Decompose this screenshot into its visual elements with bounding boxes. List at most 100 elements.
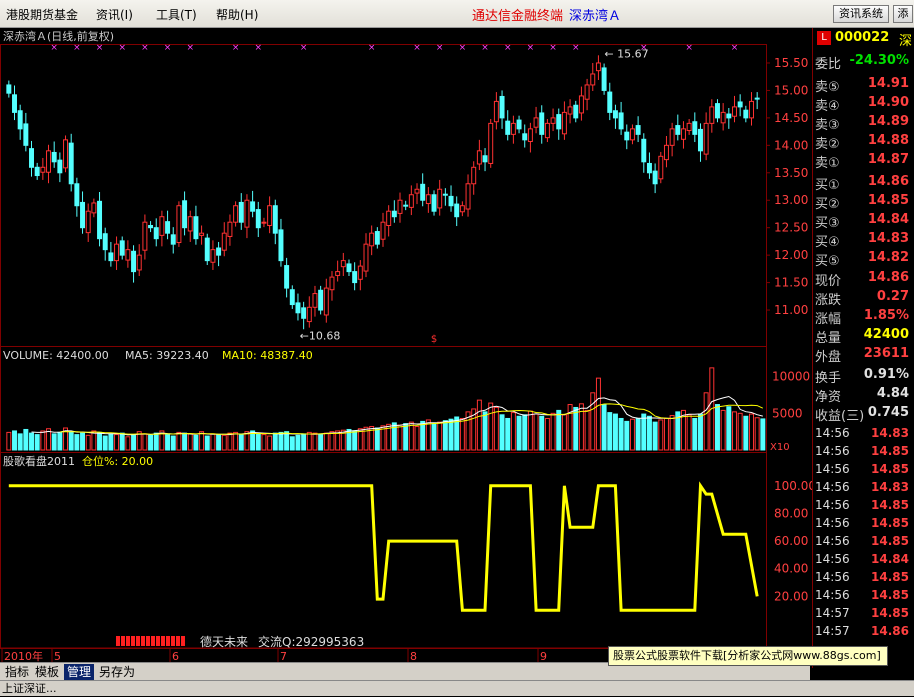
tab-indicator[interactable]: 指标	[2, 664, 32, 680]
menu-help[interactable]: 帮助(H)	[216, 6, 258, 23]
candle-body	[629, 128, 635, 141]
ad-banner[interactable]: 股票公式股票软件下载[分析家公式网www.88gs.com]	[608, 646, 888, 666]
candle-body	[369, 232, 375, 247]
tick-time: 14:56	[815, 444, 850, 458]
stat-row-value: 42400	[863, 327, 909, 342]
candle-body	[590, 73, 596, 86]
extra-button[interactable]: 添	[893, 5, 913, 23]
volume-bar	[482, 411, 488, 451]
bid-row: 买② 14.85	[813, 193, 913, 212]
volume-bar	[210, 433, 216, 451]
candle-body	[675, 125, 681, 135]
candle-body	[272, 205, 278, 234]
bid-row-value: 14.85	[867, 193, 909, 208]
tick-price: 14.85	[871, 606, 909, 620]
signal-marker: ×	[527, 44, 535, 53]
tick-price: 14.83	[871, 480, 909, 494]
bid-row: 买⑤ 14.82	[813, 250, 913, 269]
candle-body	[550, 117, 556, 124]
volume-bar	[641, 413, 647, 451]
candle-body	[476, 150, 482, 165]
info-system-button[interactable]: 资讯系统	[833, 5, 889, 23]
candle-body	[210, 249, 216, 263]
candle-body	[102, 233, 108, 251]
candle-body	[312, 293, 318, 308]
signal-bar	[121, 636, 125, 646]
candle-body	[669, 128, 675, 146]
volume-bar	[131, 434, 137, 451]
volume-bar	[448, 418, 454, 451]
chart-canvas[interactable]: 11.00 11.50 12.00 12.50 13.00 13.50 14.00 14.50…	[0, 44, 812, 662]
candle-body	[284, 265, 290, 289]
tick-row: 14:56 14.85	[813, 570, 913, 588]
volume-bar	[624, 420, 630, 451]
candle-body	[459, 205, 465, 213]
volume-bar	[165, 434, 171, 451]
candle-body	[635, 125, 641, 135]
candle-body	[442, 193, 448, 196]
tab-manage[interactable]: 管理	[64, 664, 95, 680]
tick-price: 14.85	[871, 588, 909, 602]
candle-body	[29, 148, 34, 168]
volume-bar	[278, 431, 284, 451]
menu-hk-futures[interactable]: 港股期货基金	[6, 6, 78, 23]
menu-bar: 港股期货基金 资讯(I) 工具(T) 帮助(H) 通达信金融终端 深赤湾Ａ 资讯系…	[0, 0, 914, 28]
volume-bar	[420, 420, 426, 451]
volume-bar	[476, 399, 482, 451]
signal-bar	[166, 636, 170, 646]
volume-bar	[516, 415, 522, 451]
volume-bar	[312, 432, 318, 451]
volume-bar	[754, 417, 760, 451]
candle-body	[754, 97, 760, 100]
candle-body	[703, 122, 709, 155]
candle-body	[697, 128, 703, 152]
volume-bar	[697, 413, 703, 451]
bottom-text-b: 交流Q:292995363	[258, 634, 364, 649]
volume-bar	[749, 413, 754, 451]
volume-bar	[686, 414, 692, 451]
tab-template[interactable]: 模板	[32, 664, 62, 680]
signal-bar	[161, 636, 165, 646]
volume-bar	[323, 432, 329, 451]
oscillator-axis-label: 60.00	[774, 534, 808, 548]
tick-row: 14:57 14.85	[813, 606, 913, 624]
candle-body	[125, 249, 131, 261]
signal-marker: ×	[368, 44, 376, 53]
position-line	[8, 481, 759, 612]
stat-row-value: 23611	[863, 346, 909, 361]
candle-body	[46, 150, 52, 173]
candle-body	[539, 112, 545, 135]
tick-time: 14:56	[815, 462, 850, 476]
signal-marker: ×	[255, 44, 263, 53]
menu-news[interactable]: 资讯(I)	[96, 6, 133, 23]
stat2-row: 收益(三) 0.745	[813, 405, 913, 424]
candle-body	[244, 199, 250, 228]
ask-row: 卖② 14.88	[813, 133, 913, 152]
candle-body	[437, 188, 443, 209]
candle-body	[352, 271, 358, 284]
candle-body	[289, 289, 295, 306]
candle-body	[357, 265, 363, 280]
candle-body	[448, 195, 454, 207]
menu-tools[interactable]: 工具(T)	[156, 6, 197, 23]
stat2-row-value: 0.91%	[863, 367, 909, 382]
tick-time: 14:56	[815, 498, 850, 512]
candle-body	[85, 210, 91, 234]
volume-bar	[663, 417, 669, 451]
volume-bar	[182, 432, 188, 451]
candle-body	[465, 183, 471, 210]
stat-row-label: 总量	[815, 331, 842, 346]
volume-bar	[51, 433, 57, 451]
status-text: 上证深证...	[2, 682, 57, 695]
volume-bar	[573, 406, 579, 451]
ask-row-label: 卖④	[815, 99, 840, 114]
volume-bar	[114, 434, 120, 451]
volume-bar	[272, 432, 278, 451]
level-badge: L	[817, 31, 831, 45]
candle-body	[23, 123, 29, 146]
tab-save-as[interactable]: 另存为	[96, 664, 138, 680]
candle-body	[193, 216, 199, 240]
candle-body	[306, 306, 312, 323]
bid-row: 买④ 14.83	[813, 231, 913, 250]
tick-time: 14:57	[815, 624, 850, 638]
